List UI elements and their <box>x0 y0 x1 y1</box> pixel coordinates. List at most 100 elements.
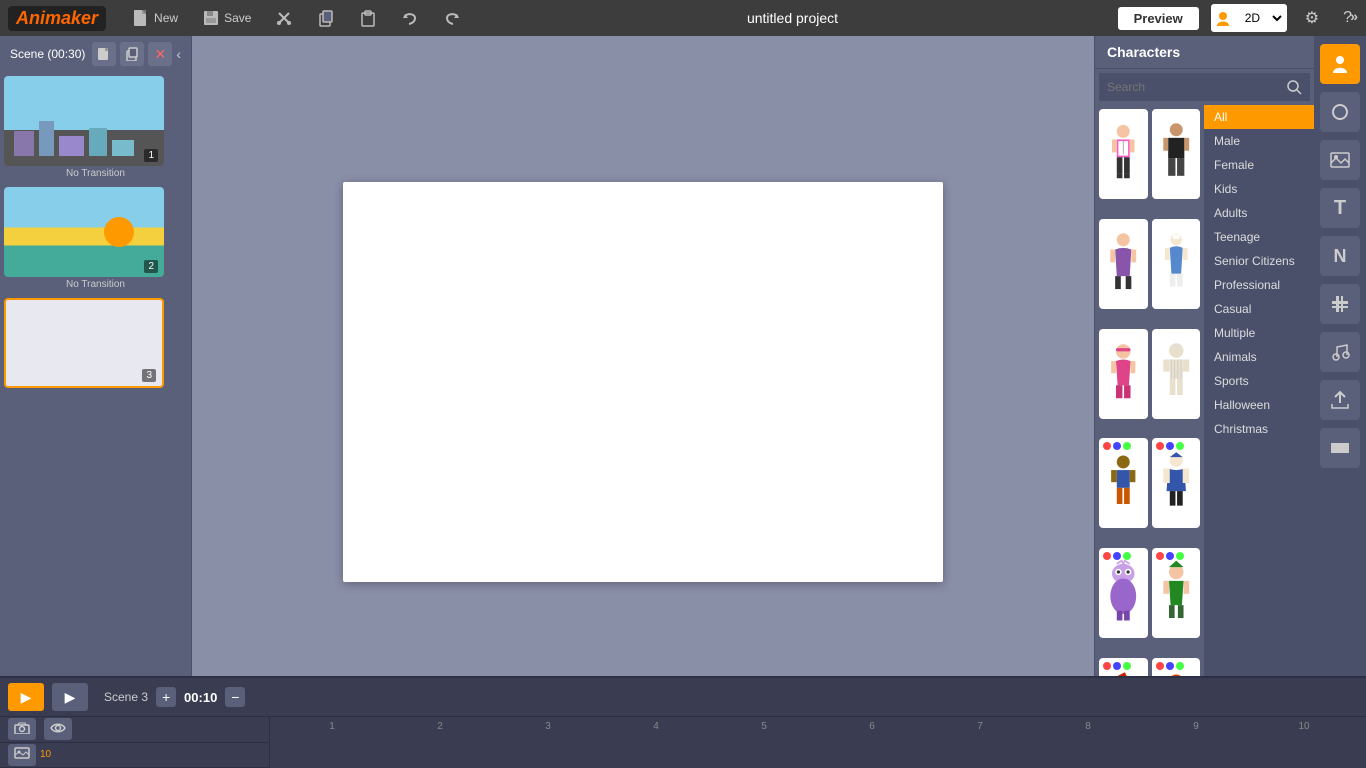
character-card[interactable] <box>1099 438 1148 528</box>
ruler-mark: 5 <box>710 721 818 732</box>
images-tool-button[interactable] <box>1320 140 1360 180</box>
character-svg <box>1152 553 1201 633</box>
timeline-track: 10 1 2 3 4 5 6 7 8 9 10 <box>0 717 1366 768</box>
filter-female[interactable]: Female <box>1204 153 1314 177</box>
expand-icon: » <box>1350 8 1358 24</box>
character-svg <box>1099 553 1148 633</box>
filter-all[interactable]: All <box>1204 105 1314 129</box>
music-tool-icon <box>1329 341 1351 363</box>
props-tool-icon <box>1329 101 1351 123</box>
filter-multiple[interactable]: Multiple <box>1204 321 1314 345</box>
scene-item: 3 <box>4 298 187 388</box>
character-card[interactable] <box>1099 109 1148 199</box>
effects-tool-button[interactable] <box>1320 284 1360 324</box>
visibility-toggle[interactable] <box>44 718 72 740</box>
ruler-mark: 7 <box>926 721 1034 732</box>
main-area: Scene (00:30) ✕ ‹ <box>0 36 1366 768</box>
filter-casual[interactable]: Casual <box>1204 297 1314 321</box>
filter-adults[interactable]: Adults <box>1204 201 1314 225</box>
play-from-here-button[interactable]: ▶ <box>52 683 88 711</box>
character-card[interactable] <box>1152 438 1201 528</box>
scene-number-3: 3 <box>142 369 156 382</box>
cut-button[interactable] <box>269 7 299 29</box>
scene-thumb-1[interactable]: 1 <box>4 76 164 166</box>
redo-button[interactable] <box>437 7 467 29</box>
background-tool-button[interactable] <box>1320 428 1360 468</box>
filter-halloween[interactable]: Halloween <box>1204 393 1314 417</box>
scene-thumb-3[interactable]: 3 <box>4 298 164 388</box>
character-card[interactable] <box>1152 548 1201 638</box>
save-button[interactable]: Save <box>196 7 257 29</box>
character-dots <box>1103 552 1131 560</box>
filter-kids[interactable]: Kids <box>1204 177 1314 201</box>
filter-senior[interactable]: Senior Citizens <box>1204 249 1314 273</box>
filter-sports[interactable]: Sports <box>1204 369 1314 393</box>
ruler-mark: 10 <box>1250 721 1358 732</box>
upload-tool-button[interactable] <box>1320 380 1360 420</box>
scene-camera-button[interactable] <box>8 718 36 740</box>
filter-animals[interactable]: Animals <box>1204 345 1314 369</box>
filter-professional[interactable]: Professional <box>1204 273 1314 297</box>
save-icon <box>202 9 220 27</box>
character-svg <box>1152 334 1201 414</box>
ruler-mark: 1 <box>278 721 386 732</box>
copy-button[interactable] <box>311 7 341 29</box>
time-display: 00:10 <box>184 690 217 705</box>
settings-button[interactable]: ⚙ <box>1299 6 1325 30</box>
ruler-mark: 3 <box>494 721 602 732</box>
character-svg <box>1099 443 1148 523</box>
character-card[interactable] <box>1099 548 1148 638</box>
character-card[interactable] <box>1099 329 1148 419</box>
music-tool-button[interactable] <box>1320 332 1360 372</box>
characters-tool-icon <box>1329 53 1351 75</box>
collapse-scenes-button[interactable]: ‹ <box>176 46 181 62</box>
track-row-music: 10 <box>0 743 269 768</box>
characters-tool-button[interactable] <box>1320 44 1360 84</box>
filter-male[interactable]: Male <box>1204 129 1314 153</box>
props-tool-button[interactable] <box>1320 92 1360 132</box>
canvas-container <box>192 36 1094 728</box>
scene-header: Scene (00:30) ✕ ‹ <box>0 36 191 72</box>
scene-number-1: 1 <box>144 149 158 162</box>
character-dots <box>1156 442 1184 450</box>
character-card[interactable] <box>1099 219 1148 309</box>
timeline-ruler: 1 2 3 4 5 6 7 8 9 10 <box>270 717 1366 768</box>
project-title: untitled project <box>479 10 1105 26</box>
redo-icon <box>443 9 461 27</box>
search-input[interactable] <box>1107 80 1280 94</box>
play-all-button[interactable]: ▶ <box>8 683 44 711</box>
mode-selector[interactable]: 2D 3D <box>1211 4 1287 32</box>
scene-transition-1: No Transition <box>4 166 187 183</box>
canvas-area: No Effect No Effect <box>192 36 1094 768</box>
new-button[interactable]: New <box>126 7 184 29</box>
new-scene-button[interactable] <box>92 42 116 66</box>
paste-button[interactable] <box>353 7 383 29</box>
scenes-list: 1 No Transition 2 No Transition 3 <box>0 72 191 768</box>
duplicate-scene-icon <box>125 47 139 61</box>
character-card[interactable] <box>1152 329 1201 419</box>
character-card[interactable] <box>1152 109 1201 199</box>
topbar: Animaker New Save <box>0 0 1366 36</box>
character-card[interactable] <box>1152 219 1201 309</box>
text-tool-button[interactable]: T <box>1320 188 1360 228</box>
cut-icon <box>275 9 293 27</box>
subtract-time-button[interactable]: − <box>225 687 245 707</box>
mode-select[interactable]: 2D 3D <box>1233 6 1285 30</box>
search-icon <box>1286 79 1302 95</box>
canvas[interactable] <box>343 182 943 582</box>
scene-transition-2: No Transition <box>4 277 187 294</box>
ruler-mark: 4 <box>602 721 710 732</box>
scene-thumb-2[interactable]: 2 <box>4 187 164 277</box>
character-svg <box>1099 114 1148 194</box>
enter-exit-tool-button[interactable]: N <box>1320 236 1360 276</box>
undo-button[interactable] <box>395 7 425 29</box>
duplicate-scene-button[interactable] <box>120 42 144 66</box>
delete-scene-button[interactable]: ✕ <box>148 42 172 66</box>
preview-button[interactable]: Preview <box>1118 7 1199 30</box>
add-time-button[interactable]: + <box>156 687 176 707</box>
track-music-button[interactable] <box>8 744 36 766</box>
filter-christmas[interactable]: Christmas <box>1204 417 1314 441</box>
filter-teenage[interactable]: Teenage <box>1204 225 1314 249</box>
paste-icon <box>359 9 377 27</box>
timeline-left: 10 <box>0 717 270 768</box>
